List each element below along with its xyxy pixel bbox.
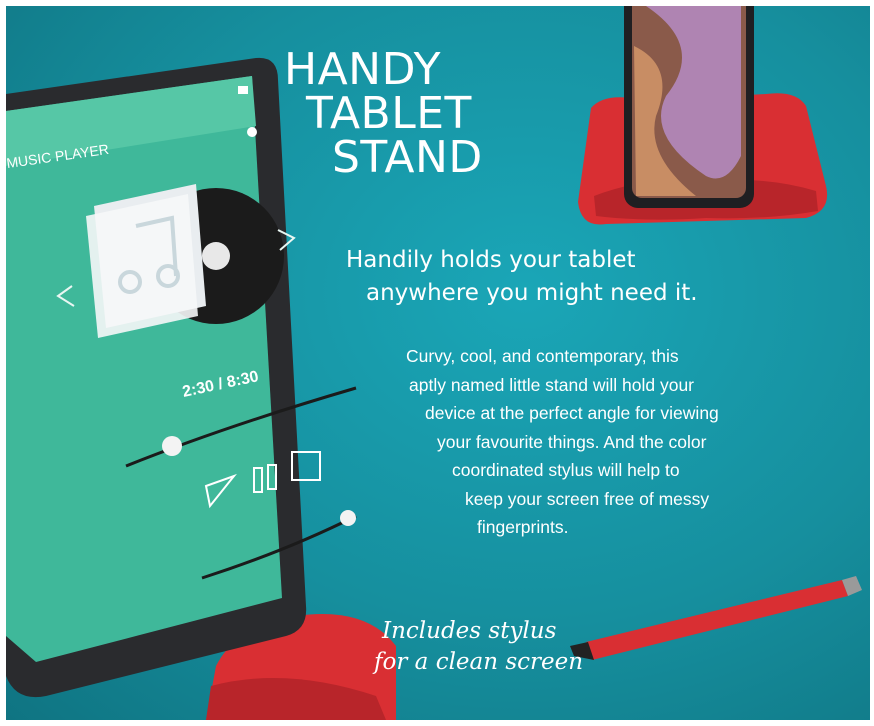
subheading: Handily holds your tablet anywhere you m… bbox=[346, 244, 766, 310]
headline-line: HANDY bbox=[284, 44, 441, 95]
description: Curvy, cool, and contemporary, this aptl… bbox=[406, 342, 866, 542]
subheading-line: anywhere you might need it. bbox=[366, 280, 698, 306]
description-line: keep your screen free of messy bbox=[465, 488, 710, 509]
headline-line: TABLET bbox=[306, 88, 472, 139]
caption-line: Includes stylus bbox=[382, 618, 557, 644]
stylus-caption: Includes stylus for a clean screen bbox=[374, 616, 634, 678]
subheading-line: Handily holds your tablet bbox=[346, 247, 636, 273]
headline-line: STAND bbox=[332, 132, 483, 183]
product-panel: MUSIC PLAYER 2:30 / 8:30 HANDY TABLET ST… bbox=[6, 6, 870, 720]
headline: HANDY TABLET STAND bbox=[276, 48, 516, 180]
description-line: your favourite things. And the color bbox=[437, 431, 707, 452]
phone-illustration bbox=[624, 6, 754, 208]
description-line: Curvy, cool, and contemporary, this bbox=[406, 346, 679, 366]
caption-line: for a clean screen bbox=[374, 649, 584, 675]
description-line: aptly named little stand will hold your bbox=[409, 374, 695, 395]
description-line: fingerprints. bbox=[477, 517, 569, 537]
progress-knob bbox=[162, 436, 182, 456]
description-line: device at the perfect angle for viewing bbox=[425, 403, 719, 423]
battery-icon bbox=[238, 86, 248, 94]
description-line: coordinated stylus will help to bbox=[452, 460, 680, 480]
settings-icon bbox=[247, 127, 257, 137]
volume-knob bbox=[340, 510, 356, 526]
